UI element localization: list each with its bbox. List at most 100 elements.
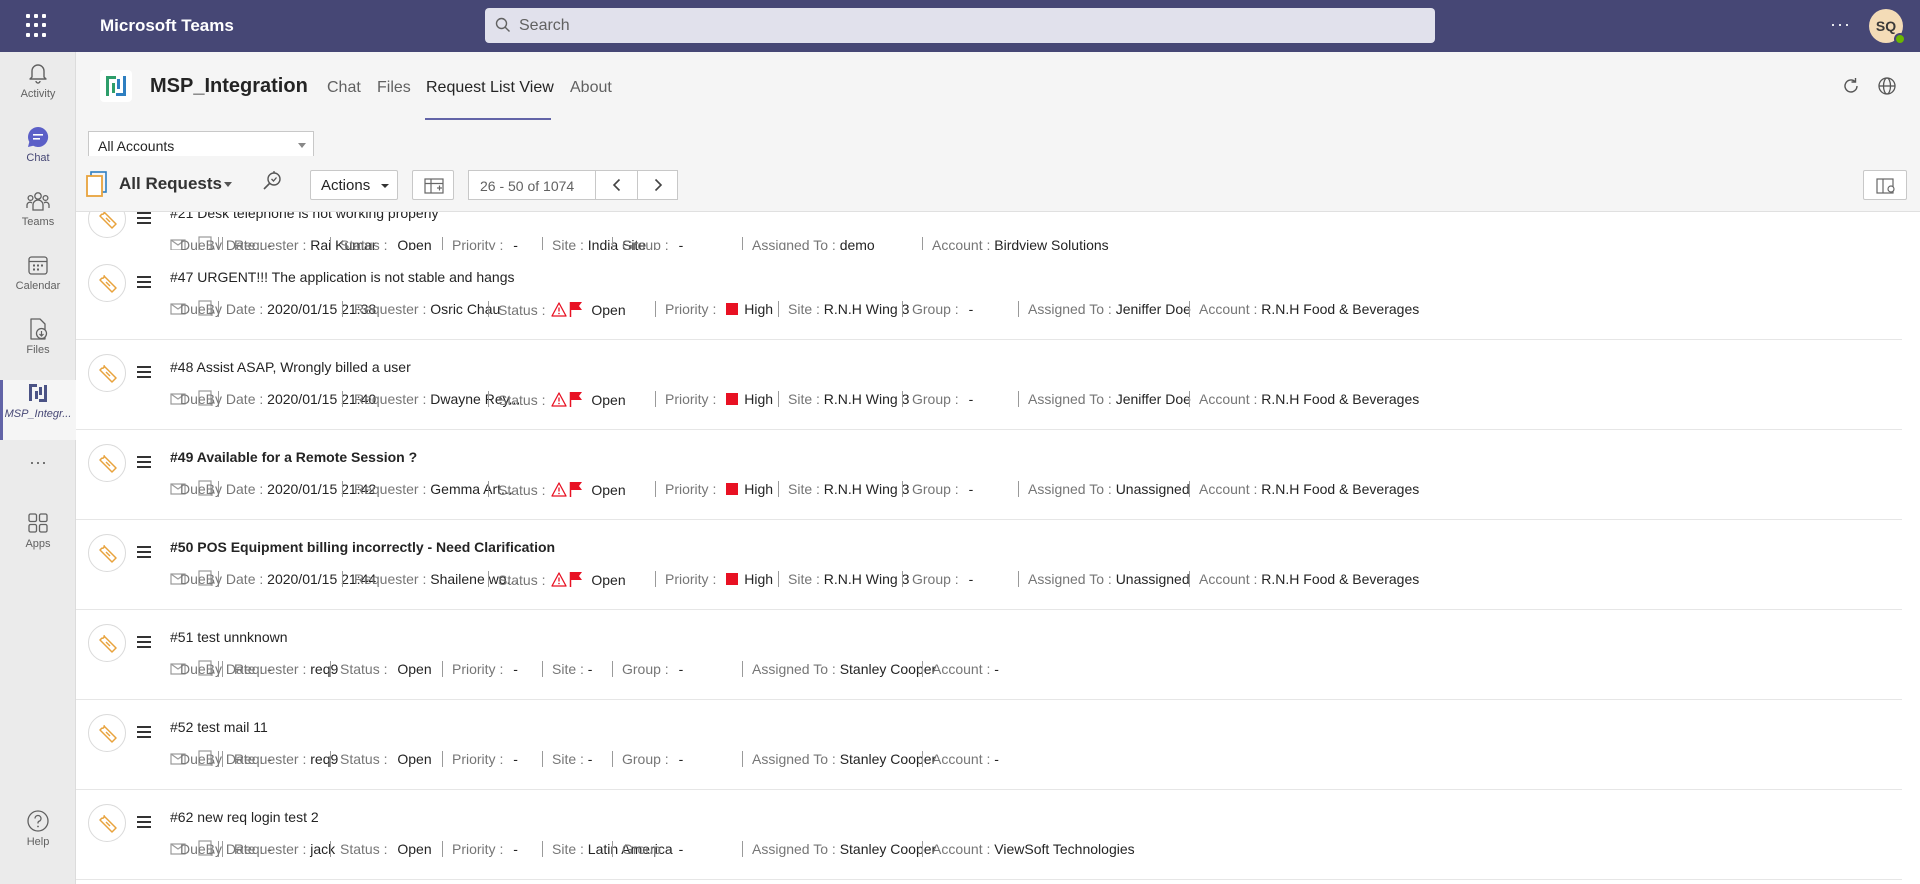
field-label: Requester : [354, 571, 431, 587]
divider [655, 571, 656, 587]
field-label: Group : [912, 391, 963, 407]
row-menu-button[interactable] [137, 815, 151, 833]
layout-settings-button[interactable] [1863, 170, 1907, 200]
globe-icon[interactable] [1877, 76, 1897, 96]
tab-files[interactable]: Files [377, 79, 411, 97]
divider [342, 571, 343, 587]
divider [1018, 571, 1019, 587]
hamburger-menu-icon [137, 276, 151, 288]
field-label: Assigned To : [752, 751, 840, 767]
priority-value: High [744, 391, 774, 407]
tab-about[interactable]: About [570, 79, 612, 97]
field-label: Requester : [234, 841, 311, 857]
divider [778, 481, 779, 497]
chevron-down-icon[interactable] [224, 182, 232, 187]
row-menu-button[interactable] [137, 725, 151, 743]
app-launcher-icon[interactable] [26, 14, 50, 38]
field-label: Requester : [354, 301, 431, 317]
divider [1018, 481, 1019, 497]
chevron-down-icon [298, 143, 306, 148]
next-page-button[interactable] [637, 171, 677, 199]
account-select-value: All Accounts [98, 138, 175, 154]
row-menu-button[interactable] [137, 545, 151, 563]
pagination: 26 - 50 of 1074 [468, 170, 678, 200]
field-label: Priority : [665, 481, 721, 497]
row-menu-button[interactable] [137, 635, 151, 653]
request-title[interactable]: #48 Assist ASAP, Wrongly billed a user [170, 359, 411, 375]
tab-chat[interactable]: Chat [327, 79, 361, 97]
field-label: Site : [552, 661, 588, 677]
status-value: Open [397, 751, 432, 767]
app-title: Microsoft Teams [100, 16, 234, 35]
account-value: - [994, 751, 999, 767]
request-title[interactable]: #47 URGENT!!! The application is not sta… [170, 269, 515, 285]
ticket-icon [99, 635, 117, 653]
rail-item-files[interactable]: Files [0, 316, 76, 376]
divider [1189, 301, 1190, 317]
ticket-icon [99, 815, 117, 833]
row-menu-button[interactable] [137, 275, 151, 293]
request-row[interactable]: #49 Available for a Remote Session ? DueB… [76, 430, 1902, 520]
field-label: Priority : [452, 751, 508, 767]
row-menu-button[interactable] [137, 212, 151, 229]
divider [922, 751, 923, 767]
view-selector[interactable]: All Requests [119, 174, 222, 194]
more-options-icon[interactable]: ··· [1830, 14, 1851, 35]
row-menu-button[interactable] [137, 365, 151, 383]
app-rail: Activity Chat Teams Calendar Files MSP_I… [0, 52, 76, 884]
rail-item-calendar[interactable]: Calendar [0, 252, 76, 312]
divider [922, 841, 923, 857]
request-row[interactable]: #47 URGENT!!! The application is not sta… [76, 250, 1902, 340]
account-value: R.N.H Food & Beverages [1261, 481, 1420, 497]
divider [1189, 571, 1190, 587]
field-label: Account : [1199, 301, 1262, 317]
request-type-icon [88, 444, 126, 482]
search-requests-icon[interactable] [262, 170, 286, 194]
search-input[interactable]: Search [485, 8, 1435, 43]
field-label: Assigned To : [1028, 301, 1116, 317]
group-value: - [968, 301, 974, 317]
request-title[interactable]: #49 Available for a Remote Session ? [170, 449, 417, 465]
requester-value: Osric Chau [430, 301, 501, 317]
tab-request-list-view[interactable]: Request List View [426, 79, 554, 97]
site-value: R.N.H Wing 3 [823, 301, 910, 317]
request-title[interactable]: #62 new req login test 2 [170, 809, 319, 825]
rail-item-activity[interactable]: Activity [0, 60, 76, 120]
field-label: Site : [552, 751, 588, 767]
request-row[interactable]: #50 POS Equipment billing incorrectly - … [76, 520, 1902, 610]
priority-high-icon [726, 303, 739, 315]
field-label: Status : [340, 661, 392, 677]
request-title[interactable]: #50 POS Equipment billing incorrectly - … [170, 539, 555, 555]
rail-item-chat[interactable]: Chat [0, 124, 76, 184]
request-title[interactable]: #21 Desk telephone is not working proper… [170, 212, 439, 221]
presence-available-icon [1894, 33, 1906, 45]
pagination-range: 26 - 50 of 1074 [480, 178, 575, 194]
previous-page-button[interactable] [595, 171, 637, 199]
divider [742, 841, 743, 857]
request-row[interactable]: #62 new req login test 2 DueBy Date : - Re… [76, 790, 1902, 880]
flag-icon [570, 482, 583, 497]
rail-item-help[interactable]: Help [0, 808, 76, 868]
request-row[interactable]: #48 Assist ASAP, Wrongly billed a user Du… [76, 340, 1902, 430]
account-value: R.N.H Food & Beverages [1261, 301, 1420, 317]
request-row[interactable]: #51 test unnknown DueBy Date : - Requester… [76, 610, 1902, 700]
more-apps-icon[interactable]: ··· [0, 452, 76, 482]
request-title[interactable]: #51 test unnknown [170, 629, 288, 645]
rail-item-msp-integration[interactable]: MSP_Integr... [0, 380, 76, 440]
rail-item-teams[interactable]: Teams [0, 188, 76, 248]
divider [655, 481, 656, 497]
refresh-icon[interactable] [1841, 76, 1861, 96]
divider [778, 391, 779, 407]
account-select[interactable]: All Accounts [88, 131, 314, 159]
field-label: Account : [932, 661, 995, 677]
rail-item-apps[interactable]: Apps [0, 510, 76, 570]
column-settings-button[interactable] [412, 170, 454, 200]
row-menu-button[interactable] [137, 455, 151, 473]
hamburger-menu-icon [137, 816, 151, 828]
field-label: Assigned To : [1028, 571, 1116, 587]
divider [488, 301, 489, 317]
field-label: Account : [932, 751, 995, 767]
request-title[interactable]: #52 test mail 11 [170, 719, 268, 735]
request-row[interactable]: #52 test mail 11 DueBy Date : - Requester … [76, 700, 1902, 790]
actions-button[interactable]: Actions [310, 170, 398, 200]
